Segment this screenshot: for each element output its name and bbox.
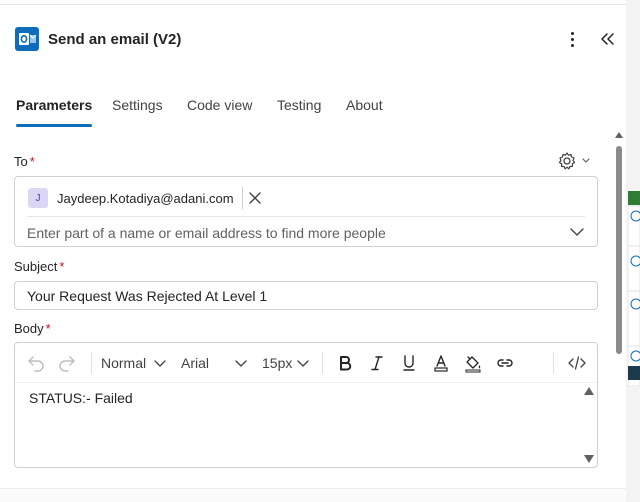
recipient-email: Jaydeep.Kotadiya@adani.com	[57, 190, 234, 206]
insert-link-button[interactable]	[495, 352, 515, 374]
italic-icon	[371, 356, 383, 371]
subject-label: Subject *	[14, 259, 65, 274]
paint-bucket-icon	[465, 356, 481, 373]
gear-icon	[558, 152, 576, 170]
chevron-down-icon	[235, 360, 247, 367]
tab-settings[interactable]: Settings	[112, 97, 163, 129]
subject-field[interactable]	[14, 281, 598, 310]
toolbar-divider	[553, 352, 554, 374]
recipient-chip[interactable]: J Jaydeep.Kotadiya@adani.com	[28, 186, 266, 210]
outlook-icon	[15, 27, 39, 51]
font-family-value: Arial	[181, 355, 210, 371]
avatar: J	[28, 188, 48, 208]
font-color-button[interactable]	[431, 352, 451, 374]
tab-parameters[interactable]: Parameters	[16, 97, 93, 129]
toolbar-divider	[322, 352, 323, 374]
chevron-down-icon	[297, 360, 310, 367]
redo-icon	[59, 356, 75, 372]
tab-about[interactable]: About	[346, 97, 383, 129]
field-settings-button[interactable]	[557, 150, 593, 172]
tab-testing[interactable]: Testing	[277, 97, 321, 129]
panel-scrollbar[interactable]	[613, 130, 625, 502]
paragraph-style-value: Normal	[101, 355, 147, 371]
chevron-down-icon	[154, 360, 166, 367]
editor-scroll-down-icon[interactable]	[584, 455, 594, 463]
chip-divider	[241, 187, 243, 209]
editor-scroll-up-icon[interactable]	[584, 387, 594, 395]
remove-recipient-button[interactable]	[244, 187, 266, 209]
more-options-button[interactable]	[561, 27, 583, 51]
tab-code-view[interactable]: Code view	[187, 97, 252, 129]
code-view-toggle[interactable]	[567, 352, 587, 374]
redo-button[interactable]	[57, 352, 77, 374]
divider	[27, 216, 585, 217]
panel-header: Send an email (V2)	[0, 22, 626, 58]
collapse-panel-button[interactable]	[597, 27, 619, 51]
to-field[interactable]: J Jaydeep.Kotadiya@adani.com	[14, 176, 598, 247]
scroll-thumb[interactable]	[616, 146, 622, 354]
to-label: To *	[14, 154, 35, 169]
people-search-input[interactable]	[27, 223, 557, 243]
undo-button[interactable]	[26, 352, 46, 374]
font-color-icon	[434, 355, 448, 372]
editor-toolbar: Normal Arial 15px	[15, 343, 597, 383]
body-content[interactable]: STATUS:- Failed	[29, 390, 133, 406]
toolbar-divider	[91, 352, 92, 374]
body-label: Body *	[14, 321, 51, 336]
underline-icon	[403, 355, 415, 371]
top-border	[0, 0, 640, 5]
highlight-color-button[interactable]	[463, 352, 483, 374]
body-editor[interactable]: Normal Arial 15px STATUS:- Failed	[14, 342, 598, 468]
panel-footer-edge	[0, 488, 626, 502]
undo-icon	[28, 356, 44, 372]
more-vertical-icon	[570, 31, 574, 35]
link-icon	[497, 359, 513, 367]
italic-button[interactable]	[367, 352, 387, 374]
close-icon	[248, 192, 261, 204]
bold-icon	[340, 356, 352, 371]
chevron-down-icon[interactable]	[569, 224, 585, 240]
underline-button[interactable]	[399, 352, 419, 374]
flow-canvas-peek	[627, 176, 640, 387]
subject-input[interactable]	[27, 287, 587, 305]
paragraph-style-dropdown[interactable]: Normal	[101, 352, 168, 374]
code-icon	[568, 356, 586, 370]
font-size-value: 15px	[262, 355, 293, 371]
bold-button[interactable]	[335, 352, 355, 374]
double-chevron-left-icon	[601, 33, 614, 45]
font-family-dropdown[interactable]: Arial	[181, 352, 249, 374]
font-size-dropdown[interactable]: 15px	[262, 352, 311, 374]
action-title: Send an email (V2)	[48, 31, 182, 48]
scroll-up-icon[interactable]	[615, 132, 623, 138]
